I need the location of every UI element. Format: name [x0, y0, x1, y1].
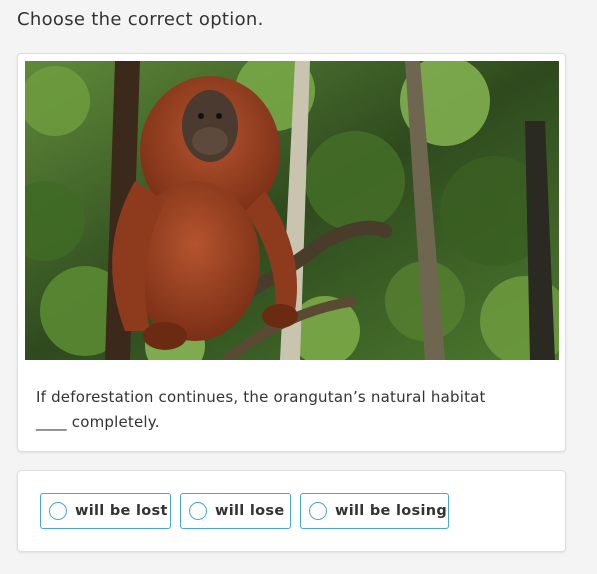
- option-will-be-lost[interactable]: will be lost: [40, 493, 171, 529]
- question-text: If deforestation continues, the oranguta…: [36, 385, 536, 435]
- option-label: will be losing: [335, 503, 448, 519]
- question-line-1: If deforestation continues, the oranguta…: [36, 388, 486, 406]
- option-will-lose[interactable]: will lose: [180, 493, 291, 529]
- radio-circle-icon[interactable]: [309, 502, 327, 520]
- instruction-text: Choose the correct option.: [17, 9, 264, 30]
- question-card: If deforestation continues, the oranguta…: [17, 53, 566, 452]
- option-will-be-losing[interactable]: will be losing: [300, 493, 449, 529]
- options-card: will be lost will lose will be losing: [17, 470, 566, 552]
- option-label: will lose: [215, 503, 285, 519]
- radio-circle-icon[interactable]: [189, 502, 207, 520]
- orangutan-photo: [25, 61, 559, 360]
- radio-circle-icon[interactable]: [49, 502, 67, 520]
- question-line-2: ____ completely.: [36, 413, 160, 431]
- option-label: will be lost: [75, 503, 168, 519]
